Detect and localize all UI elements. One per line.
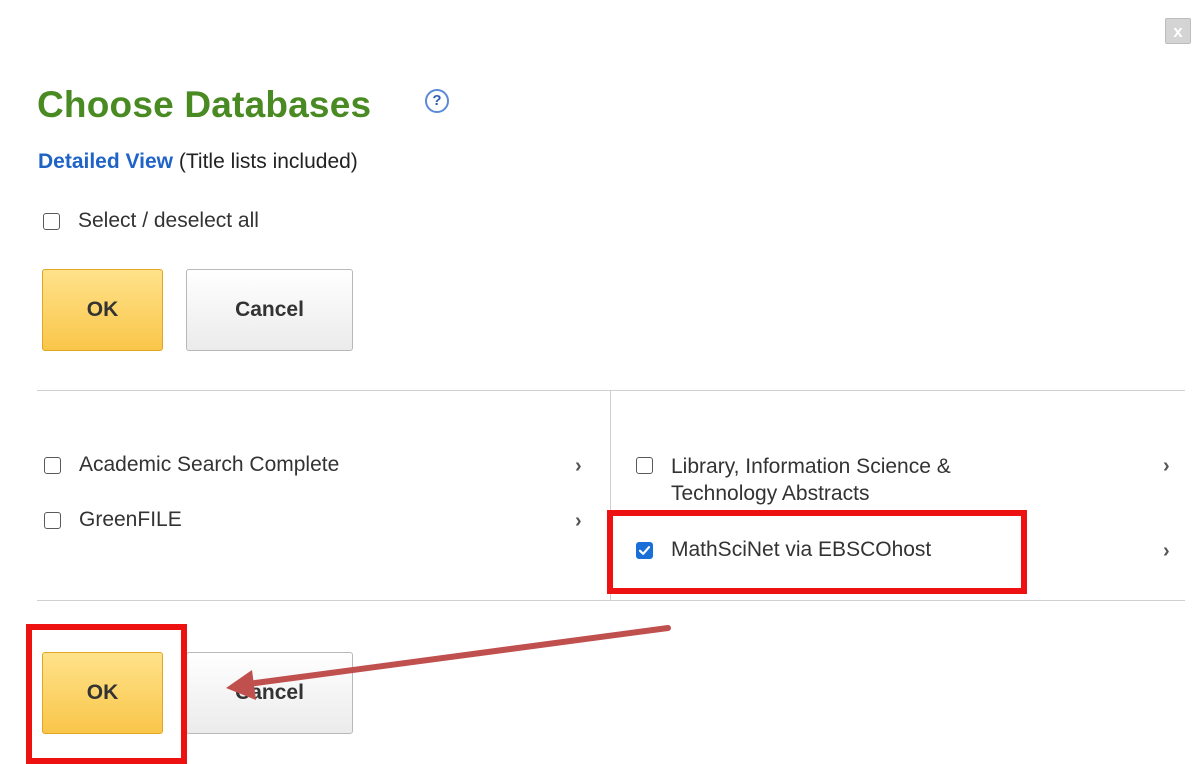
arrow-head [226,670,256,700]
arrow-annotation [226,625,671,700]
